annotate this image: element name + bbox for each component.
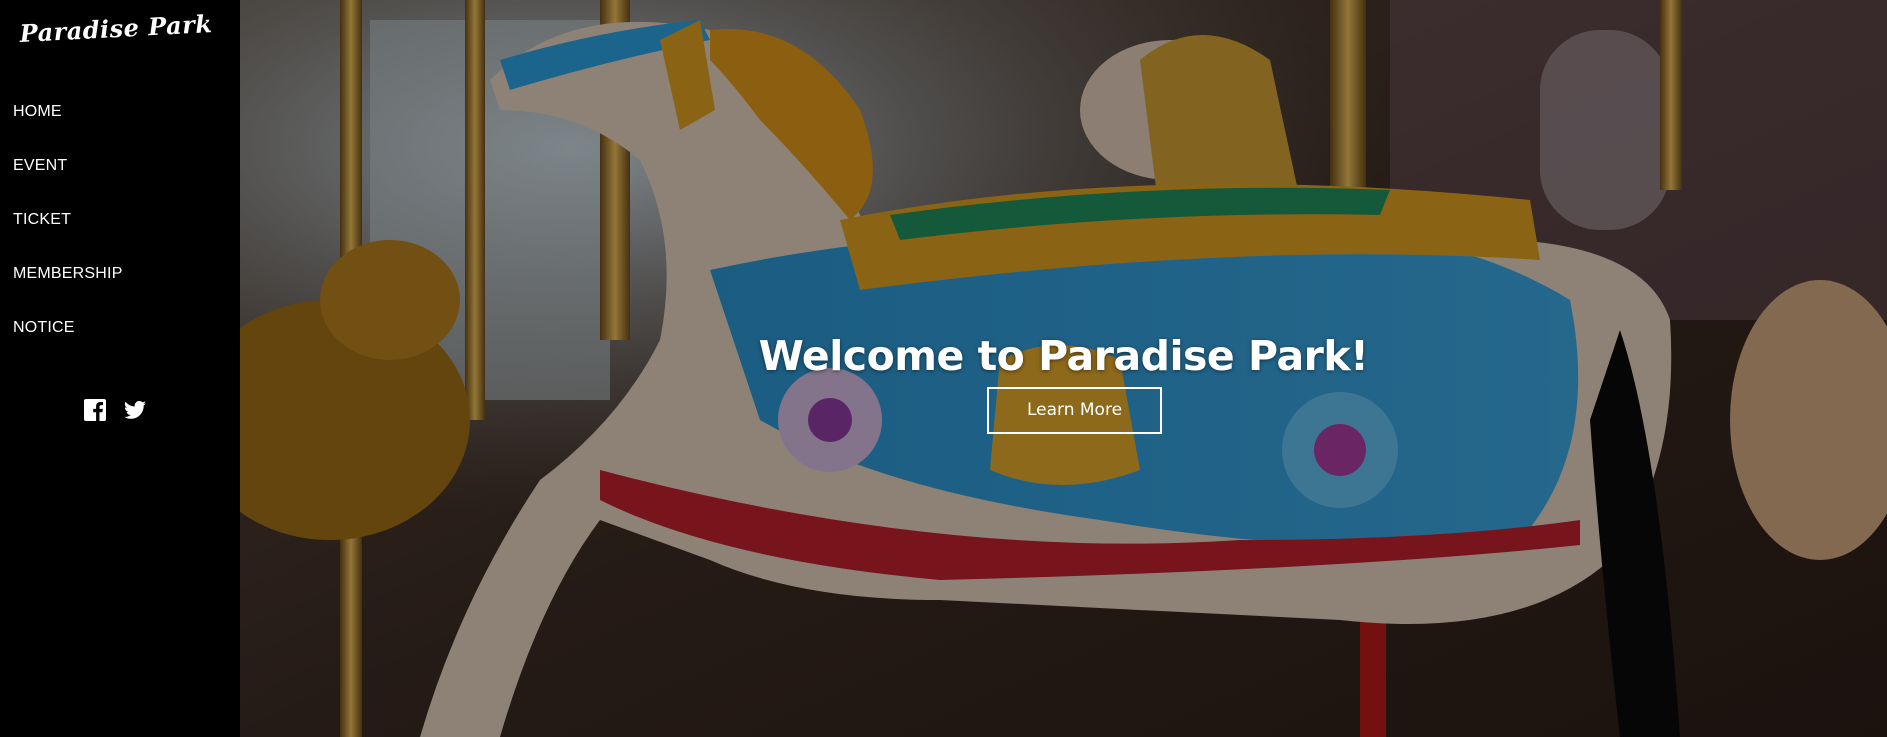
nav-item-notice: NOTICE	[13, 316, 123, 370]
nav-link-membership[interactable]: MEMBERSHIP	[13, 265, 123, 282]
hero-section: Welcome to Paradise Park! Learn More	[240, 0, 1887, 737]
nav-link-notice[interactable]: NOTICE	[13, 319, 75, 336]
nav-link-ticket[interactable]: TICKET	[13, 211, 71, 228]
sidebar: Paradise Park HOME EVENT TICKET MEMBERSH…	[0, 0, 240, 737]
hero-title: Welcome to Paradise Park!	[758, 332, 1369, 381]
nav-link-home[interactable]: HOME	[13, 103, 62, 120]
facebook-icon[interactable]	[83, 398, 107, 422]
main-nav: HOME EVENT TICKET MEMBERSHIP NOTICE	[13, 100, 123, 370]
nav-link-event[interactable]: EVENT	[13, 157, 67, 174]
nav-item-home: HOME	[13, 100, 123, 154]
twitter-icon[interactable]	[123, 398, 147, 422]
learn-more-button[interactable]: Learn More	[987, 387, 1162, 434]
social-links	[83, 398, 147, 422]
page: Paradise Park HOME EVENT TICKET MEMBERSH…	[0, 0, 1887, 737]
nav-item-event: EVENT	[13, 154, 123, 208]
nav-item-ticket: TICKET	[13, 208, 123, 262]
site-logo[interactable]: Paradise Park	[0, 8, 233, 49]
nav-item-membership: MEMBERSHIP	[13, 262, 123, 316]
